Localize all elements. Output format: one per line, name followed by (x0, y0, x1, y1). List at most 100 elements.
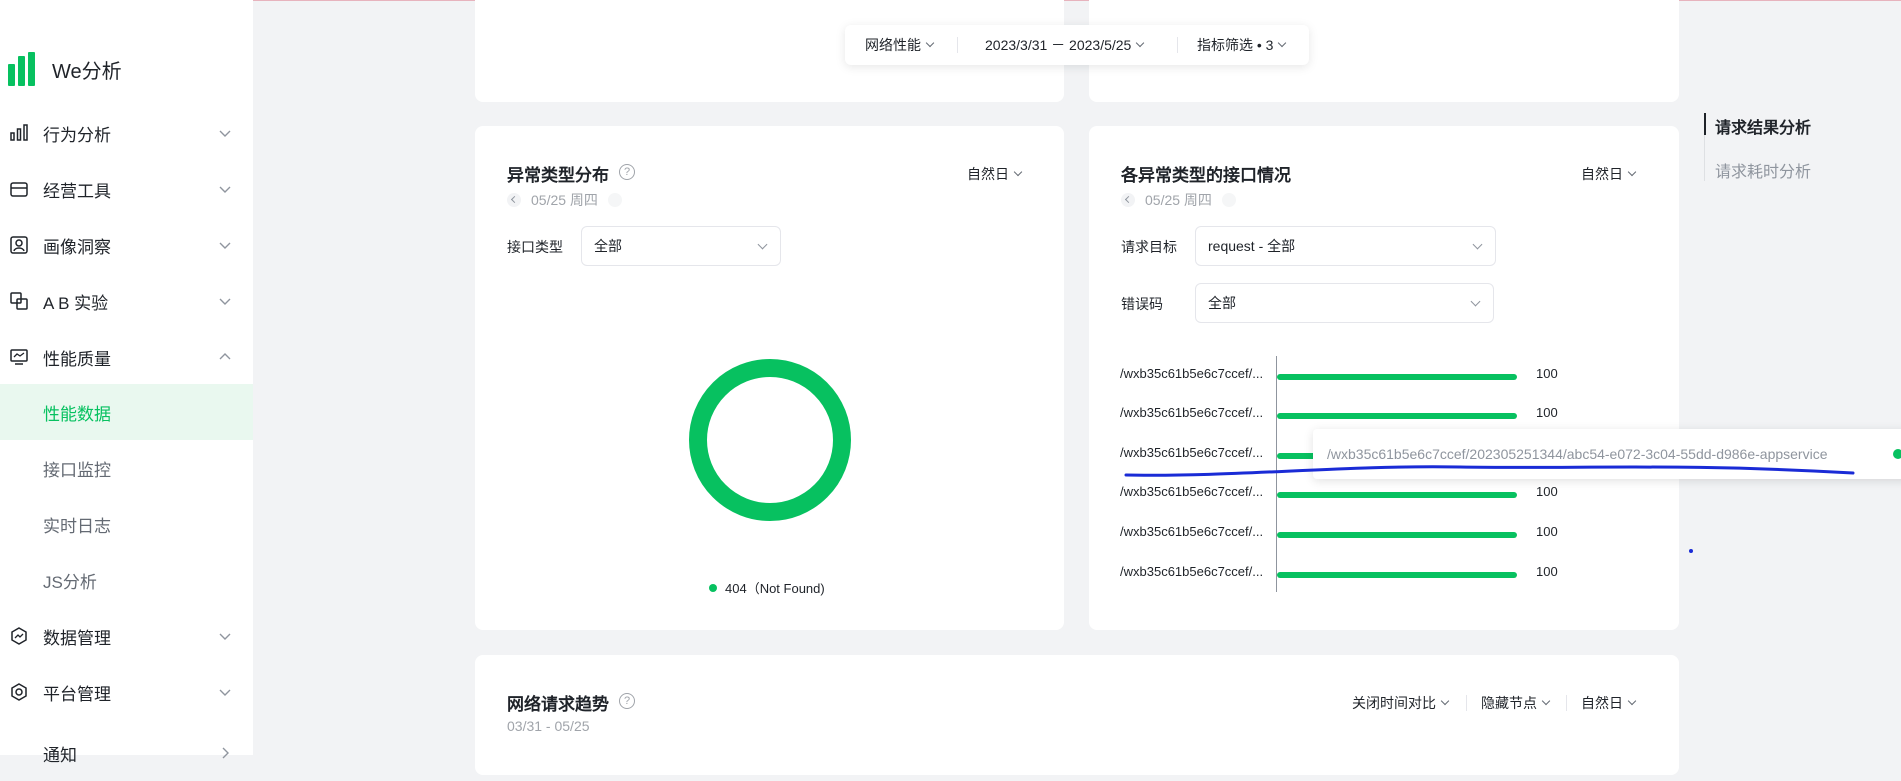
card-title: 异常类型分布 (507, 166, 609, 185)
prev-day-button[interactable] (507, 193, 521, 207)
compare-label: 关闭时间对比 (1352, 695, 1436, 711)
tooltip-dot (1893, 449, 1901, 459)
donut-legend: 404（Not Found) (709, 578, 825, 597)
hide-nodes-label: 隐藏节点 (1481, 695, 1537, 711)
sidebar-item-notification[interactable]: 通知 (0, 725, 253, 781)
bar-value-label: 100 (1536, 524, 1558, 539)
bar-value-label: 100 (1536, 405, 1558, 420)
bar[interactable] (1277, 532, 1517, 538)
donut-chart (689, 359, 851, 521)
current-date: 05/25 周四 (1145, 192, 1212, 208)
next-day-button[interactable] (607, 193, 622, 207)
divider (1566, 695, 1567, 711)
chevron-down-icon (1136, 38, 1145, 48)
monitor-icon (10, 349, 28, 365)
compare-toggle[interactable]: 关闭时间对比 (1352, 693, 1450, 713)
anchor-request-result[interactable]: 请求结果分析 (1715, 114, 1811, 138)
chevron-down-icon (219, 298, 231, 305)
period-dropdown[interactable]: 自然日 (967, 164, 1023, 184)
error-code-label: 错误码 (1121, 296, 1163, 312)
bar-value-label: 100 (1536, 366, 1558, 381)
sidebar-subitem-label: JS分析 (43, 572, 97, 592)
sidebar-item-data-manage[interactable]: 数据管理 (0, 608, 253, 664)
chevron-down-icon (1013, 167, 1023, 177)
sidebar-item-behavior[interactable]: 行为分析 (0, 105, 253, 161)
sidebar-item-label: 通知 (43, 745, 77, 765)
sidebar-item-label: 数据管理 (43, 628, 111, 648)
chevron-down-icon (219, 130, 231, 137)
sidebar-subitem-js-analysis[interactable]: JS分析 (0, 552, 253, 608)
bar[interactable] (1277, 374, 1517, 380)
bar-label: /wxb35c61b5e6c7ccef/... (1120, 484, 1264, 499)
chevron-down-icon (219, 242, 231, 249)
bar-chart-icon (10, 124, 28, 141)
bar-label: /wxb35c61b5e6c7ccef/... (1120, 564, 1264, 579)
trend-date-range: 03/31 - 05/25 (507, 718, 590, 734)
prev-day-button[interactable] (1121, 193, 1135, 207)
sidebar-item-portrait[interactable]: 画像洞察 (0, 217, 253, 273)
network-type-dropdown[interactable]: 网络性能 (865, 35, 935, 55)
chevron-down-icon (925, 38, 935, 48)
sidebar-item-ab-test[interactable]: A B 实验 (0, 273, 253, 329)
sidebar-subitem-performance-data[interactable]: 性能数据 (0, 384, 253, 440)
api-type-select[interactable]: 全部 (581, 226, 781, 266)
chevron-down-icon (219, 689, 231, 696)
app-title: We分析 (52, 60, 122, 83)
anchor-active-indicator (1704, 113, 1706, 135)
bar-label: /wxb35c61b5e6c7ccef/... (1120, 524, 1264, 539)
bar[interactable] (1277, 572, 1517, 578)
chevron-down-icon (1472, 239, 1483, 250)
error-code-value: 全部 (1208, 295, 1236, 311)
sidebar-item-platform-manage[interactable]: 平台管理 (0, 664, 253, 720)
help-icon[interactable]: ? (619, 693, 635, 709)
period-dropdown[interactable]: 自然日 (1581, 164, 1637, 184)
date-range-picker[interactable]: 2023/3/31 － 2023/5/25 (985, 35, 1145, 55)
sidebar-subitem-api-monitor[interactable]: 接口监控 (0, 440, 253, 496)
next-day-button[interactable] (1221, 193, 1236, 207)
help-icon[interactable]: ? (619, 164, 635, 180)
network-type-label: 网络性能 (865, 37, 921, 53)
legend-dot (709, 583, 717, 592)
bar-value-label: 100 (1536, 564, 1558, 579)
period-dropdown[interactable]: 自然日 (1581, 693, 1637, 713)
sidebar-item-label: 平台管理 (43, 684, 111, 704)
chevron-down-icon (1541, 696, 1551, 706)
hide-nodes-dropdown[interactable]: 隐藏节点 (1481, 693, 1551, 713)
card-title: 各异常类型的接口情况 (1121, 166, 1291, 185)
sidebar-item-label: 经营工具 (43, 181, 111, 201)
bar[interactable] (1277, 413, 1517, 419)
sidebar-item-performance[interactable]: 性能质量 (0, 329, 253, 385)
chevron-down-icon (1627, 167, 1637, 177)
store-icon (10, 182, 28, 197)
bar-label: /wxb35c61b5e6c7ccef/... (1120, 405, 1264, 420)
metric-filter-dropdown[interactable]: 指标筛选 • 3 (1197, 35, 1287, 55)
metric-filter-label: 指标筛选 • 3 (1197, 37, 1274, 53)
chevron-down-icon (757, 239, 768, 250)
sidebar-item-label: 画像洞察 (43, 237, 111, 257)
divider (1466, 695, 1467, 711)
sidebar-subitem-realtime-log[interactable]: 实时日志 (0, 496, 253, 552)
divider (1177, 37, 1178, 53)
logo[interactable]: We分析 (8, 52, 122, 86)
bar-label: /wxb35c61b5e6c7ccef/... (1120, 366, 1264, 381)
anchor-track (1704, 135, 1705, 181)
gear-icon (11, 683, 27, 701)
network-trend-card (475, 655, 1679, 775)
bar[interactable] (1277, 492, 1517, 498)
chevron-down-icon (1278, 38, 1287, 48)
anchor-request-duration[interactable]: 请求耗时分析 (1715, 158, 1811, 182)
donut-slice-404[interactable] (689, 359, 851, 521)
ab-test-icon (10, 292, 28, 310)
sidebar-item-label: 行为分析 (43, 125, 111, 145)
request-target-label: 请求目标 (1121, 239, 1177, 255)
period-label: 自然日 (1581, 166, 1623, 182)
chevron-down-icon (1440, 696, 1450, 706)
request-target-select[interactable]: request - 全部 (1195, 226, 1496, 266)
current-date: 05/25 周四 (531, 192, 598, 208)
user-portrait-icon (10, 236, 28, 254)
error-code-select[interactable]: 全部 (1195, 283, 1494, 323)
sidebar-item-label: 性能质量 (43, 349, 111, 369)
sidebar-item-business-tools[interactable]: 经营工具 (0, 161, 253, 217)
sidebar-subitem-label: 接口监控 (43, 460, 111, 480)
data-manage-icon (11, 627, 27, 645)
